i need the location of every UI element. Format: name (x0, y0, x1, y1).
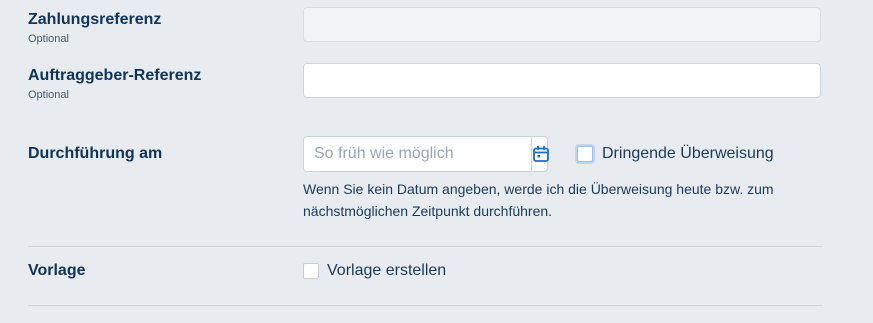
create-template-label[interactable]: Vorlage erstellen (327, 262, 446, 280)
create-template-checkbox[interactable] (303, 263, 319, 279)
payment-reference-optional: Optional (28, 33, 69, 45)
urgent-transfer-label[interactable]: Dringende Überweisung (602, 145, 774, 163)
execution-date-field (303, 136, 550, 172)
divider (28, 305, 822, 306)
divider (28, 246, 822, 247)
payment-reference-label: Zahlungsreferenz (28, 11, 162, 28)
payment-reference-input[interactable] (303, 7, 821, 42)
execution-date-label: Durchführung am (28, 145, 163, 162)
urgent-transfer-checkbox[interactable] (577, 146, 593, 162)
calendar-icon (533, 145, 549, 162)
execution-date-input[interactable] (304, 137, 531, 171)
execution-date-hint: Wenn Sie kein Datum angeben, werde ich d… (303, 181, 774, 219)
template-label: Vorlage (28, 262, 86, 279)
client-reference-input[interactable] (303, 63, 821, 98)
client-reference-label: Auftraggeber-Referenz (28, 67, 202, 84)
calendar-button[interactable] (531, 137, 550, 171)
client-reference-optional: Optional (28, 89, 69, 101)
